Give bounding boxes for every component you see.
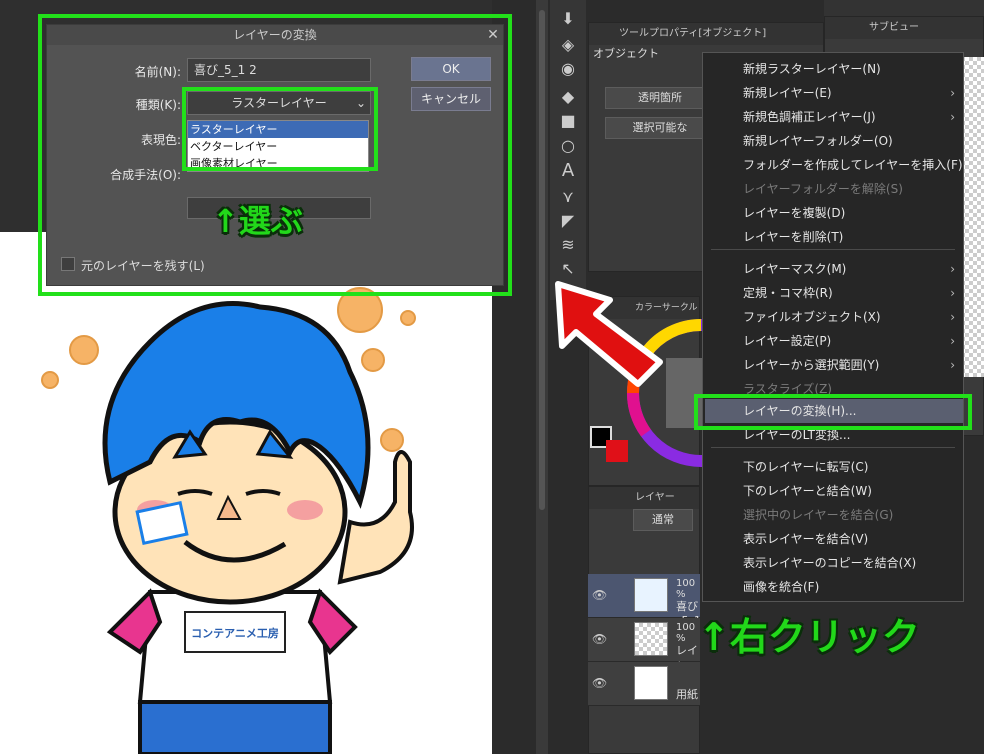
menu-item-label: 選択中のレイヤーを結合(G) (743, 508, 894, 522)
menu-item-label: 定規・コマ枠(R) (743, 286, 833, 300)
layer-row[interactable]: 👁 用紙 (588, 662, 700, 706)
right-click-annotation: ↑右クリック (698, 615, 920, 659)
eye-icon[interactable]: 👁 (592, 632, 607, 646)
frame-icon[interactable]: ◤ (557, 210, 579, 232)
subview-header: サブビュー (825, 17, 983, 39)
red-arrow-pointer (555, 281, 663, 387)
transparent-area-button[interactable]: 透明箇所 (605, 87, 715, 109)
layer-thumbnail (634, 622, 668, 656)
menu-item[interactable]: レイヤー設定(P) › (703, 329, 963, 353)
gradient-icon[interactable]: ■ (557, 110, 579, 132)
tool-property-subtitle: オブジェクト (593, 47, 659, 60)
menu-item[interactable]: 新規レイヤー(E) › (703, 81, 963, 105)
chevron-right-icon: › (950, 334, 955, 348)
menu-item-label: 表示レイヤーのコピーを結合(X) (743, 556, 917, 570)
drops-icon[interactable]: ◉ (557, 58, 579, 80)
selectable-button[interactable]: 選択可能な (605, 117, 715, 139)
menu-item-label: レイヤーのLT変換... (743, 428, 851, 442)
menu-separator (711, 249, 955, 250)
menu-item[interactable]: レイヤーマスク(M) › (703, 257, 963, 281)
chevron-right-icon: › (950, 310, 955, 324)
layer-row[interactable]: 👁 100 % レイヤー (588, 618, 700, 673)
menu-item: レイヤーフォルダーを解除(S) (703, 177, 963, 201)
menu-item[interactable]: 新規色調補正レイヤー(J) › (703, 105, 963, 129)
menu-item-label: フォルダーを作成してレイヤーを挿入(F) (743, 158, 963, 172)
fill-icon[interactable]: ◆ (557, 86, 579, 108)
menu-item-label: 新規レイヤー(E) (743, 86, 832, 100)
chevron-right-icon: › (950, 286, 955, 300)
sub-color-swatch[interactable] (606, 440, 628, 462)
tool-icon[interactable]: ⬇ (557, 8, 579, 30)
tool-property-header: ツールプロパティ[オブジェクト] (589, 23, 823, 45)
eye-icon[interactable]: 👁 (592, 588, 607, 602)
shape-icon[interactable]: ○ (557, 135, 579, 157)
menu-item-label: ファイルオブジェクト(X) (743, 310, 881, 324)
menu-item[interactable]: レイヤーを複製(D) (703, 201, 963, 225)
layer-context-menu: 新規ラスターレイヤー(N) 新規レイヤー(E) › 新規色調補正レイヤー(J) › 新規レ… (702, 52, 964, 602)
menu-item: 選択中のレイヤーを結合(G) (703, 503, 963, 527)
menu-item-label: 表示レイヤーを結合(V) (743, 532, 869, 546)
balloon-icon[interactable]: ⋎ (557, 186, 579, 208)
eye-icon[interactable]: 👁 (592, 676, 607, 690)
menu-item[interactable]: 新規ラスターレイヤー(N) (703, 57, 963, 81)
scrollbar-thumb[interactable] (539, 10, 545, 510)
menu-item-highlight-frame (694, 394, 972, 430)
menu-item-label: レイヤーを削除(T) (743, 230, 844, 244)
chevron-right-icon: › (950, 262, 955, 276)
layer-panel-header: レイヤー (589, 487, 699, 509)
menu-item[interactable]: 表示レイヤーを結合(V) (703, 527, 963, 551)
menu-item-label: 新規レイヤーフォルダー(O) (743, 134, 893, 148)
chevron-right-icon: › (950, 110, 955, 124)
dropdown-highlight-frame (182, 87, 378, 171)
chevron-right-icon: › (950, 86, 955, 100)
menu-item-label: レイヤー設定(P) (743, 334, 832, 348)
menu-item-label: 画像を統合(F) (743, 580, 820, 594)
ruler-icon[interactable]: ≋ (557, 234, 579, 256)
menu-item[interactable]: レイヤーから選択範囲(Y) › (703, 353, 963, 377)
pattern-icon[interactable]: ◈ (557, 34, 579, 56)
character-illustration: コンテアニメ工房 (41, 287, 416, 754)
menu-item[interactable]: ファイルオブジェクト(X) › (703, 305, 963, 329)
layer-name: 用紙 (676, 688, 698, 701)
menu-item[interactable]: 表示レイヤーのコピーを結合(X) (703, 551, 963, 575)
menu-item-label: 下のレイヤーに転写(C) (743, 460, 869, 474)
shirt-logo: コンテアニメ工房 (191, 626, 279, 640)
chevron-right-icon: › (950, 358, 955, 372)
menu-item-label: 下のレイヤーと結合(W) (743, 484, 872, 498)
menu-item[interactable]: レイヤーを削除(T) (703, 225, 963, 249)
menu-item[interactable]: 下のレイヤーに転写(C) (703, 455, 963, 479)
menu-separator (711, 447, 955, 448)
menu-item[interactable]: フォルダーを作成してレイヤーを挿入(F) (703, 153, 963, 177)
layer-opacity: 100 % (676, 578, 696, 600)
menu-item[interactable]: 画像を統合(F) (703, 575, 963, 599)
menu-item[interactable]: 下のレイヤーと結合(W) (703, 479, 963, 503)
select-annotation: ↑選ぶ (212, 202, 303, 240)
blend-mode-select[interactable]: 通常 (633, 509, 693, 531)
layer-row[interactable]: 👁 100 % 喜び_5_1 (588, 574, 701, 627)
subview-top-bar (824, 0, 984, 16)
menu-item-label: 新規色調補正レイヤー(J) (743, 110, 876, 124)
layer-opacity: 100 % (676, 622, 696, 644)
menu-item-label: レイヤーマスク(M) (743, 262, 847, 276)
menu-item[interactable]: 定規・コマ枠(R) › (703, 281, 963, 305)
layer-thumbnail (634, 578, 668, 612)
menu-item-label: レイヤーフォルダーを解除(S) (743, 182, 903, 196)
layer-thumbnail (634, 666, 668, 700)
menu-item[interactable]: 新規レイヤーフォルダー(O) (703, 129, 963, 153)
menu-item-label: レイヤーを複製(D) (743, 206, 846, 220)
menu-item-label: 新規ラスターレイヤー(N) (743, 62, 881, 76)
text-icon[interactable]: A (557, 160, 579, 182)
menu-item-label: レイヤーから選択範囲(Y) (743, 358, 880, 372)
